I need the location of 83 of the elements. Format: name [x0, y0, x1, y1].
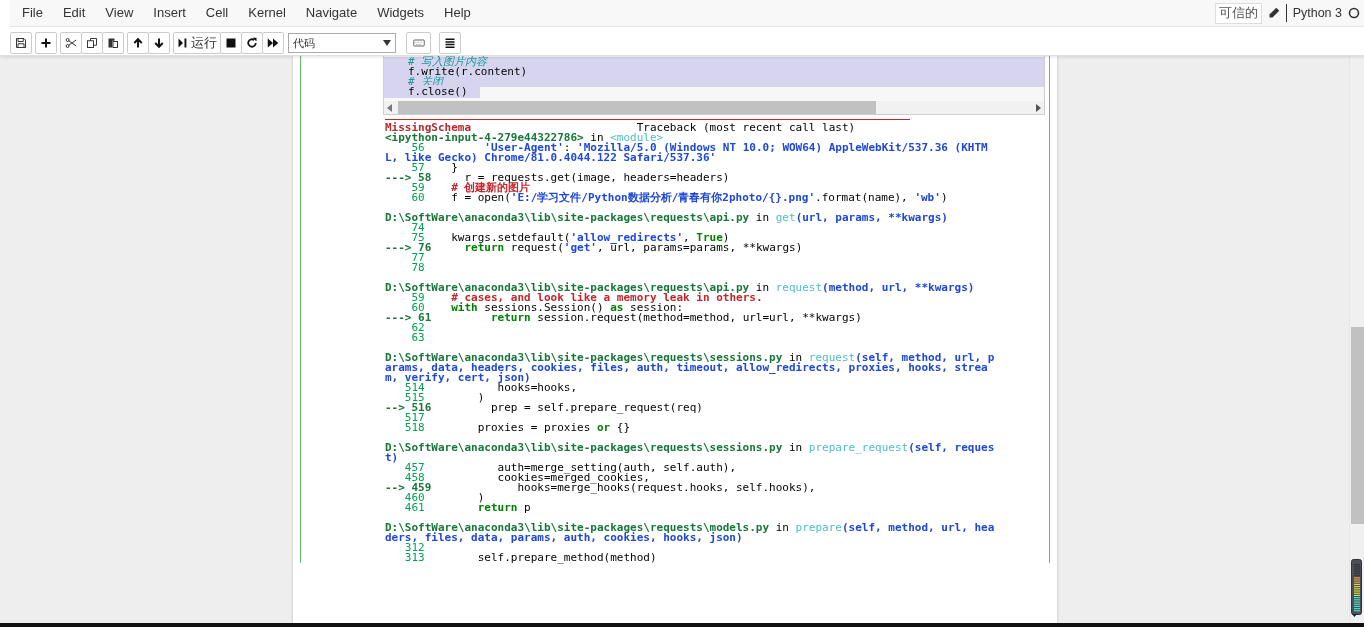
traceback-line: 57 } [410, 163, 458, 173]
traceback-line: D:\SoftWare\anaconda3\lib\site-packages\requests\api.py in get(url, params, **kwargs) [385, 213, 949, 223]
traceback-line: 59 # cases, and look like a memory leak in others. [411, 293, 764, 303]
traceback-line: L, like Gecko) Chrome/81.0.4044.122 Safari/537.36' [385, 153, 718, 163]
traceback-line: 313 self.prepare_method(method) [403, 553, 658, 563]
traceback-line: 461 return p [403, 503, 532, 513]
traceback-line: 312 [404, 543, 425, 553]
menu-item[interactable]: File [10, 3, 53, 23]
scissors-icon [65, 37, 77, 49]
traceback-line: 56 'User-Agent': 'Mozilla/5.0 (Windows NT 10.0; WOW64) AppleWebKit/537.36 (KHTM [411, 143, 989, 153]
add-cell-button[interactable] [35, 32, 57, 54]
arrow-down-icon [153, 37, 165, 49]
traceback-line: <ipython-input-4-279e44322786> in <module> [385, 133, 665, 143]
traceback-line: 514 hooks=hooks, [403, 383, 579, 393]
traceback-line: ---> 61 return session.request(method=method, url=url, **kwargs) [385, 313, 863, 323]
move-up-button[interactable] [127, 32, 149, 54]
traceback-line: arams, data, headers, cookies, files, auth, timeout, allow_redirects, proxies, hooks, strea [385, 363, 988, 373]
traceback-line: D:\SoftWare\anaconda3\lib\site-packages\requests\api.py in request(method, url, **kwargs) [385, 283, 976, 293]
traceback-line: ---> 76 return request('get', url, params=params, **kwargs) [385, 243, 804, 253]
traceback-line: 457 auth=merge_setting(auth, self.auth), [403, 463, 737, 473]
traceback-line: D:\SoftWare\anaconda3\lib\site-packages\requests\sessions.py in request(self, method, url, p [385, 353, 996, 363]
plus-icon [40, 37, 52, 49]
run-button[interactable]: 运行 [173, 32, 221, 54]
command-palette-button[interactable] [439, 32, 461, 54]
traceback-line: ders, files, data, params, auth, cookies, hooks, json) [385, 533, 743, 543]
traceback-line: 59 # 创建新的图片 [410, 183, 531, 193]
trusted-button[interactable]: 可信的 [1214, 2, 1262, 24]
traceback-line: 60 with sessions.Session() as session: [410, 303, 684, 313]
paste-button[interactable] [102, 32, 124, 54]
stop-button[interactable] [220, 32, 242, 54]
traceback-line: --> 516 prep = self.prepare_request(req) [385, 403, 704, 413]
vertical-scrollbar[interactable] [1349, 56, 1364, 623]
scrollbar-thumb[interactable] [398, 101, 876, 114]
traceback-line: 458 cookies=merged_cookies, [403, 473, 650, 483]
save-button[interactable] [10, 32, 32, 54]
kernel-name: Python 3 [1292, 6, 1342, 20]
menu-item[interactable]: Navigate [295, 3, 368, 23]
traceback-line: MissingSchema Traceback (most recent call last) [385, 123, 857, 133]
traceback-line: 518 proxies = proxies or {} [403, 423, 632, 433]
copy-button[interactable] [81, 32, 103, 54]
traceback-line: 517 [403, 413, 426, 423]
traceback-line: 75 kwargs.setdefault('allow_redirects', True) [410, 233, 731, 243]
traceback-line: 77 [410, 253, 426, 263]
level-meter-icon [1351, 559, 1362, 617]
caret-icon [383, 40, 391, 46]
stop-icon [225, 37, 237, 49]
cell-type-dropdown[interactable]: 代码 [288, 33, 396, 53]
menu-item[interactable]: Kernel [238, 3, 296, 23]
list-icon [444, 37, 456, 49]
traceback-line: 515 ) [403, 393, 486, 403]
scrollbar-thumb[interactable] [1351, 327, 1364, 524]
horizontal-scrollbar[interactable] [384, 101, 1044, 114]
traceback-line: D:\SoftWare\anaconda3\lib\site-packages\requests\sessions.py in prepare_request(self, reques [385, 443, 996, 453]
restart-button[interactable] [241, 32, 263, 54]
traceback-line: 62 [410, 323, 426, 333]
run-all-button[interactable] [262, 32, 284, 54]
menu-item[interactable]: Help [434, 3, 481, 23]
traceback-line: --> 459 hooks=merge_hooks(request.hooks, self.hooks), [385, 483, 817, 493]
menu-item[interactable]: Cell [195, 3, 239, 23]
cut-button[interactable] [60, 32, 82, 54]
menu-item[interactable]: Edit [52, 3, 96, 23]
save-icon [15, 37, 27, 49]
code-line: # 写入图片内容 [408, 56, 488, 68]
restart-icon [246, 37, 258, 49]
traceback-line: m, verify, cert, json) [385, 373, 531, 383]
menu-item[interactable]: Widgets [367, 3, 435, 23]
traceback-line: t) [385, 453, 399, 463]
paste-icon [107, 37, 119, 49]
pencil-icon[interactable] [1267, 7, 1280, 19]
move-down-button[interactable] [148, 32, 170, 54]
keyboard-icon [412, 37, 425, 49]
traceback-line: 460 ) [403, 493, 485, 503]
menu-item[interactable]: View [95, 3, 144, 23]
traceback-line: 60 f = open('E:/学习文件/Python数据分析/青春有你2photo/{}.png'.format(name), 'wb') [410, 193, 949, 203]
fast-forward-icon [267, 37, 279, 49]
traceback-line: 74 [411, 223, 425, 233]
traceback-line: 63 [410, 333, 426, 343]
step-icon [177, 37, 189, 49]
menu-item[interactable]: Insert [143, 3, 196, 23]
copy-icon [86, 37, 98, 49]
traceback-line: 78 [410, 263, 426, 273]
arrow-up-icon [132, 37, 144, 49]
traceback-line: D:\SoftWare\anaconda3\lib\site-packages\requests\models.py in prepare(self, method, url, hea [385, 523, 996, 533]
